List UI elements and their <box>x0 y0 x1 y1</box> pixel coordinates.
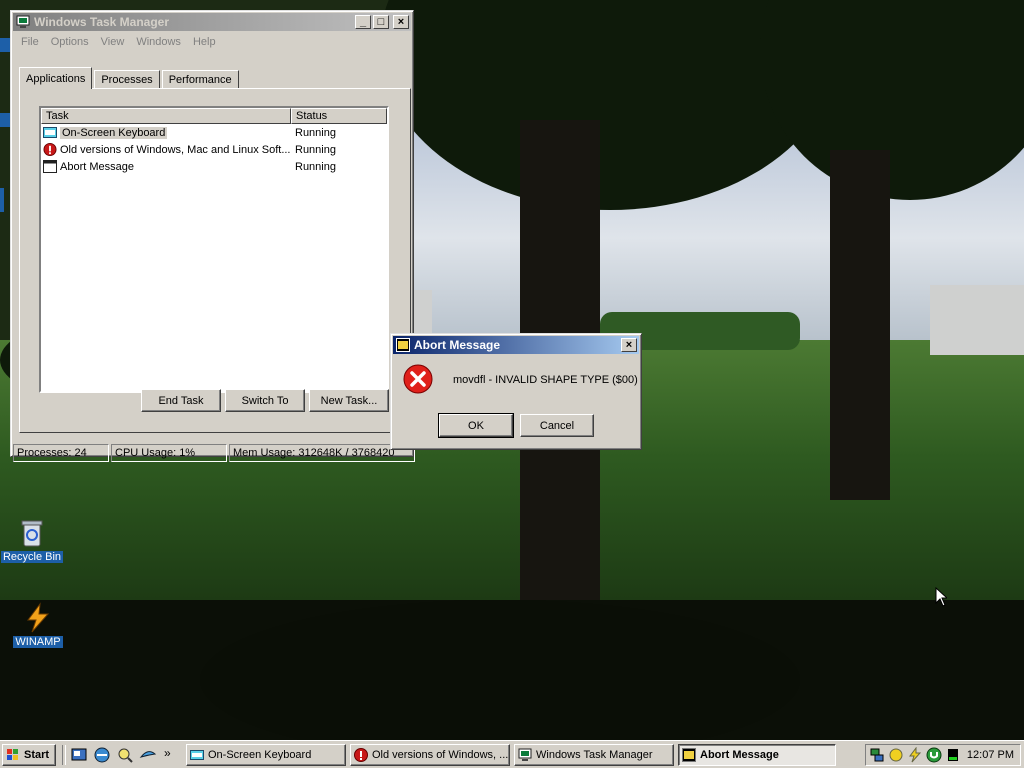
desktop-icon-fragment <box>0 38 10 52</box>
wallpaper-trunk-right <box>830 150 890 500</box>
desktop-icon-fragment <box>0 188 4 212</box>
desktop-icon-fragment <box>0 113 10 127</box>
internet-explorer-icon[interactable] <box>93 746 111 764</box>
error-icon <box>403 364 433 394</box>
mouse-cursor-icon <box>935 587 947 607</box>
tab-performance[interactable]: Performance <box>161 70 239 88</box>
switch-to-button[interactable]: Switch To <box>225 389 305 412</box>
keyboard-icon <box>43 127 57 138</box>
column-header-task[interactable]: Task <box>41 108 291 124</box>
menu-options[interactable]: Options <box>45 36 95 48</box>
tab-strip: Applications Processes Performance <box>19 67 241 89</box>
utorrent-icon[interactable] <box>926 747 942 763</box>
table-row[interactable]: On-Screen Keyboard Running <box>41 124 387 141</box>
task-list-header: Task Status <box>41 108 387 124</box>
status-processes: Processes: 24 <box>13 444 109 462</box>
taskbar-button-label: On-Screen Keyboard <box>208 749 312 761</box>
desktop-icon-winamp[interactable]: WINAMP <box>6 602 70 648</box>
status-memory: Mem Usage: 312648K / 3768420 <box>229 444 415 462</box>
desktop-icon-label: Recycle Bin <box>0 551 64 563</box>
task-name: Old versions of Windows, Mac and Linux S… <box>60 143 291 156</box>
wallpaper-castle <box>930 285 1024 355</box>
task-status: Running <box>295 160 336 173</box>
keyboard-icon <box>190 750 204 760</box>
close-button[interactable]: × <box>621 338 637 352</box>
status-bar: Processes: 24 CPU Usage: 1% Mem Usage: 3… <box>13 444 417 462</box>
windows-logo-icon <box>7 749 18 760</box>
taskbar-button-old-versions[interactable]: Old versions of Windows, ... <box>350 744 510 766</box>
quicklaunch-overflow-icon[interactable]: » <box>164 746 171 760</box>
window-icon <box>682 748 696 762</box>
menu-help[interactable]: Help <box>187 36 222 48</box>
close-icon: × <box>397 16 405 28</box>
error-icon <box>43 143 57 156</box>
dialog-titlebar[interactable]: Abort Message × <box>393 336 639 354</box>
recycle-bin-icon <box>16 517 48 549</box>
winamp-icon <box>22 602 54 634</box>
menu-bar: File Options View Windows Help <box>11 33 413 51</box>
desktop-icon-recycle-bin[interactable]: Recycle Bin <box>0 517 64 563</box>
search-icon[interactable] <box>116 746 134 764</box>
task-manager-icon <box>16 15 30 28</box>
menu-view[interactable]: View <box>95 36 131 48</box>
ok-button[interactable]: OK <box>438 413 514 438</box>
abort-message-dialog[interactable]: Abort Message × movdfl - INVALID SHAPE T… <box>390 333 642 450</box>
audio-icon[interactable] <box>888 747 904 763</box>
power-icon[interactable] <box>907 747 923 763</box>
task-name: On-Screen Keyboard <box>60 126 168 139</box>
error-icon <box>354 748 368 762</box>
start-label: Start <box>24 749 50 761</box>
window-icon <box>43 160 57 173</box>
system-tray: 12:07 PM <box>865 744 1021 766</box>
window-icon <box>396 338 410 352</box>
task-name: Abort Message <box>60 160 134 173</box>
performance-meter-icon[interactable] <box>945 747 961 763</box>
status-cpu: CPU Usage: 1% <box>111 444 227 462</box>
task-manager-titlebar[interactable]: Windows Task Manager _ □ × <box>13 13 411 31</box>
taskbar-button-on-screen-keyboard[interactable]: On-Screen Keyboard <box>186 744 346 766</box>
dialog-title: Abort Message <box>414 338 501 352</box>
taskbar-button-label: Old versions of Windows, ... <box>372 749 509 761</box>
show-desktop-icon[interactable] <box>70 746 88 764</box>
taskbar: Start » On-Screen Keyboard Old versions … <box>0 740 1024 768</box>
window-title: Windows Task Manager <box>34 15 170 29</box>
clock[interactable]: 12:07 PM <box>967 749 1014 761</box>
task-list[interactable]: Task Status On-Screen Keyboard Running O… <box>39 106 389 393</box>
taskbar-button-abort-message[interactable]: Abort Message <box>678 744 836 766</box>
maximize-icon: □ <box>377 16 385 28</box>
taskbar-separator <box>62 745 66 765</box>
tab-applications[interactable]: Applications <box>19 67 93 89</box>
close-icon: × <box>625 339 633 351</box>
menu-file[interactable]: File <box>15 36 45 48</box>
maximize-button[interactable]: □ <box>373 15 389 29</box>
table-row[interactable]: Abort Message Running <box>41 158 387 175</box>
dialog-message: movdfl - INVALID SHAPE TYPE ($00) <box>453 374 638 386</box>
close-button[interactable]: × <box>393 15 409 29</box>
cancel-button[interactable]: Cancel <box>520 414 594 437</box>
outlook-express-icon[interactable] <box>139 746 157 764</box>
task-status: Running <box>295 143 336 156</box>
minimize-icon: _ <box>359 16 367 28</box>
column-header-status[interactable]: Status <box>291 108 387 124</box>
network-icon[interactable] <box>869 747 885 763</box>
table-row[interactable]: Old versions of Windows, Mac and Linux S… <box>41 141 387 158</box>
start-button[interactable]: Start <box>2 744 56 766</box>
taskbar-button-task-manager[interactable]: Windows Task Manager <box>514 744 674 766</box>
tab-processes[interactable]: Processes <box>94 70 160 88</box>
task-manager-icon <box>518 748 532 761</box>
menu-windows[interactable]: Windows <box>130 36 187 48</box>
minimize-button[interactable]: _ <box>355 15 371 29</box>
taskbar-button-label: Abort Message <box>700 749 779 761</box>
task-manager-window[interactable]: Windows Task Manager _ □ × File Options … <box>10 10 415 462</box>
desktop-icon-label: WINAMP <box>13 636 63 648</box>
task-status: Running <box>295 126 336 139</box>
end-task-button[interactable]: End Task <box>141 389 221 412</box>
taskbar-button-label: Windows Task Manager <box>536 749 653 761</box>
new-task-button[interactable]: New Task... <box>309 389 389 412</box>
